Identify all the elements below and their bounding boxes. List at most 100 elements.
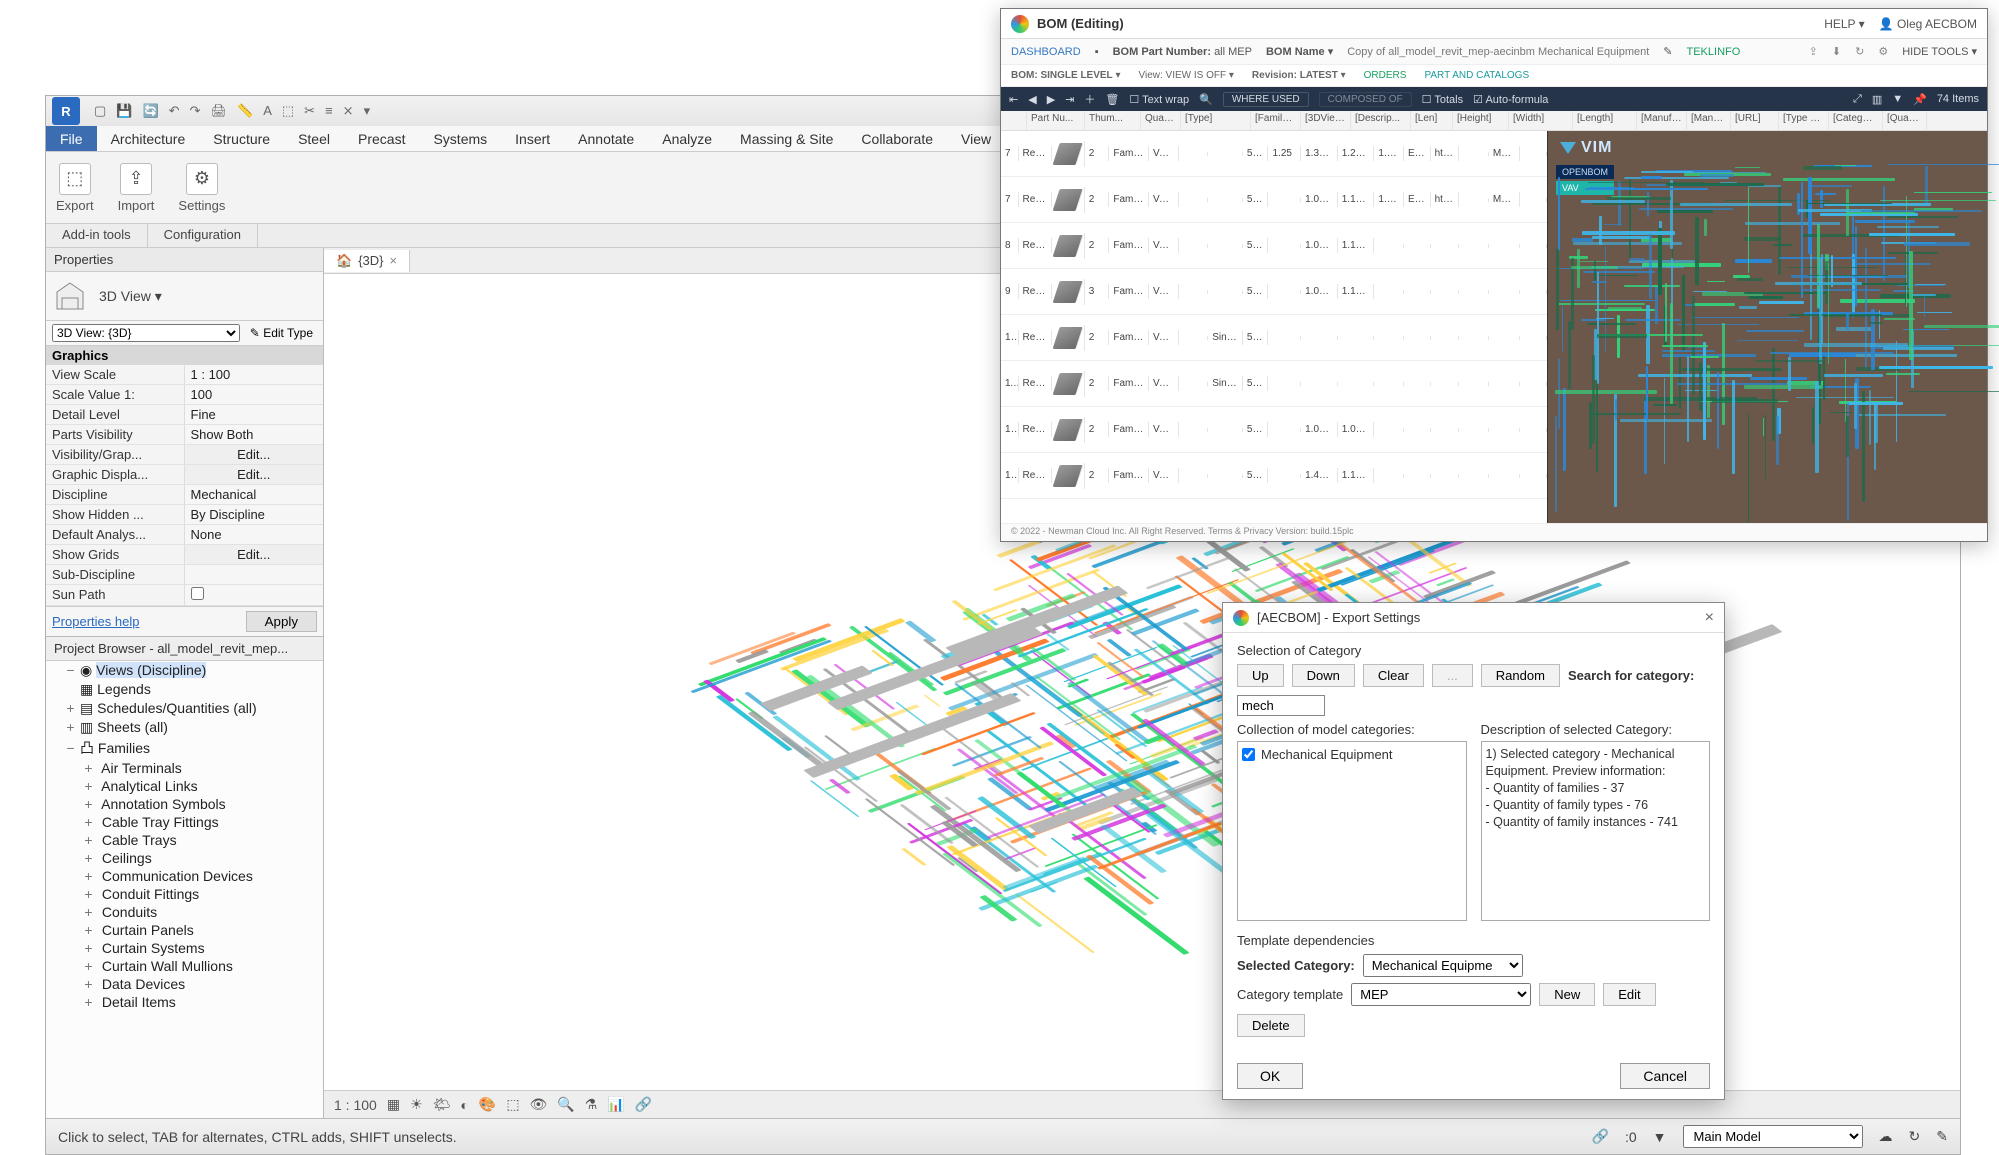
- up-button[interactable]: Up: [1237, 664, 1284, 687]
- where-used-button[interactable]: WHERE USED: [1223, 92, 1309, 107]
- column-header[interactable]: [Width]: [1509, 111, 1573, 130]
- qat-print-icon[interactable]: 🖨: [210, 103, 227, 119]
- column-header[interactable]: [Type N...: [1779, 111, 1829, 130]
- tree-leaf[interactable]: + Analytical Links: [82, 777, 323, 795]
- delete-button[interactable]: Delete: [1237, 1014, 1305, 1037]
- tree-leaf[interactable]: + Communication Devices: [82, 867, 323, 885]
- qat-undo-icon[interactable]: ↶: [169, 103, 180, 119]
- random-button[interactable]: Random: [1481, 664, 1560, 687]
- vc-crop-icon[interactable]: ⬚: [506, 1096, 519, 1113]
- refresh-icon[interactable]: ↻: [1855, 45, 1864, 58]
- table-row[interactable]: 12Revit VAV_...2FamilySymbolVAV (A)5.5 (…: [1001, 407, 1547, 453]
- properties-help-link[interactable]: Properties help: [52, 614, 246, 629]
- parts-link[interactable]: PART AND CATALOGS: [1424, 70, 1529, 81]
- bomname-value[interactable]: Copy of all_model_revit_mep-aecinbm Mech…: [1347, 46, 1649, 58]
- column-header[interactable]: [Height]: [1453, 111, 1509, 130]
- edit-icon[interactable]: ✎: [1663, 45, 1672, 58]
- vc-reveal-icon[interactable]: 🔍: [557, 1096, 574, 1113]
- tree-leaf[interactable]: + Cable Trays: [82, 831, 323, 849]
- column-header[interactable]: [Length]: [1573, 111, 1637, 130]
- tree-leaf[interactable]: + Annotation Symbols: [82, 795, 323, 813]
- close-tab-icon[interactable]: ×: [390, 253, 398, 268]
- nav-next-icon[interactable]: ▶: [1047, 93, 1055, 106]
- export-icon[interactable]: ⬇: [1832, 45, 1841, 58]
- user-menu[interactable]: 👤 Oleg AECBOM: [1879, 17, 1977, 31]
- column-header[interactable]: [1001, 111, 1027, 130]
- ribbon-tab-steel[interactable]: Steel: [284, 126, 344, 151]
- vc-analytical-icon[interactable]: 📊: [607, 1096, 624, 1113]
- settings-button[interactable]: ⚙Settings: [178, 163, 225, 213]
- table-row[interactable]: 13Revit VAV_...2FamilySymbolVAV (A)5.5 (…: [1001, 453, 1547, 499]
- tree-node[interactable]: ▦ Legends: [64, 680, 323, 699]
- column-header[interactable]: [Category]: [1829, 111, 1883, 130]
- table-row[interactable]: 11Revit VAV_...2FamilySymbolVAV (C)Singl…: [1001, 361, 1547, 407]
- orders-link[interactable]: ORDERS: [1364, 70, 1407, 81]
- composed-of-button[interactable]: COMPOSED OF: [1319, 92, 1412, 107]
- hide-tools[interactable]: HIDE TOOLS ▾: [1902, 45, 1977, 58]
- tree-leaf[interactable]: + Ceilings: [82, 849, 323, 867]
- status-link-icon[interactable]: 🔗: [1592, 1128, 1609, 1145]
- apply-button[interactable]: Apply: [246, 611, 317, 632]
- qat-section-icon[interactable]: ✂: [304, 103, 315, 119]
- totals-toggle[interactable]: ☐ Totals: [1422, 93, 1463, 106]
- down-button[interactable]: Down: [1292, 664, 1355, 687]
- status-sync-icon[interactable]: ↻: [1909, 1128, 1921, 1145]
- tree-leaf[interactable]: + Detail Items: [82, 993, 323, 1011]
- column-header[interactable]: [Len]: [1411, 111, 1453, 130]
- qat-close-icon[interactable]: ⨯: [343, 103, 354, 119]
- ribbon-tab-insert[interactable]: Insert: [501, 126, 564, 151]
- help-link[interactable]: HELP ▾: [1824, 17, 1865, 31]
- edit-type-button[interactable]: ✎ Edit Type: [246, 325, 317, 341]
- dashboard-link[interactable]: DASHBOARD: [1011, 46, 1081, 58]
- category-template-select[interactable]: MEP: [1351, 983, 1531, 1006]
- qat-measure-icon[interactable]: 📏: [237, 103, 253, 119]
- column-header[interactable]: Quantity: [1141, 111, 1181, 130]
- tree-leaf[interactable]: + Air Terminals: [82, 759, 323, 777]
- vc-sun-icon[interactable]: 🌤: [433, 1096, 451, 1113]
- vc-hide-icon[interactable]: 👁: [530, 1096, 548, 1113]
- column-header[interactable]: [Family ...: [1251, 111, 1301, 130]
- expand-icon[interactable]: ⤢: [1853, 93, 1862, 106]
- settings-icon[interactable]: ⚙: [1878, 45, 1888, 58]
- import-button[interactable]: ⇪Import: [118, 163, 155, 213]
- column-header[interactable]: [Manufa...: [1687, 111, 1731, 130]
- search-category-input[interactable]: [1237, 695, 1325, 716]
- nav-prev-icon[interactable]: ◀: [1028, 93, 1036, 106]
- view-tab-3d[interactable]: 🏠 {3D} ×: [324, 250, 410, 272]
- categories-listbox[interactable]: Mechanical Equipment: [1237, 741, 1467, 921]
- table-row[interactable]: 7Revit VAV_...2FamilySymbolVAV (B)5.5 (B…: [1001, 131, 1547, 177]
- new-button[interactable]: New: [1539, 983, 1595, 1006]
- ribbon-tab-collaborate[interactable]: Collaborate: [847, 126, 947, 151]
- vc-style-icon[interactable]: ☀: [410, 1096, 423, 1113]
- column-header[interactable]: [Quantit...: [1883, 111, 1927, 130]
- vc-shadow-icon[interactable]: ◐: [460, 1097, 468, 1113]
- category-item-mechanical[interactable]: Mechanical Equipment: [1242, 746, 1462, 763]
- view-mode[interactable]: View: VIEW IS OFF ▾: [1138, 70, 1233, 81]
- vc-constraints-icon[interactable]: 🔗: [635, 1096, 652, 1113]
- type-selector[interactable]: 3D View: {3D}: [52, 324, 240, 342]
- column-header[interactable]: Part Nu...: [1027, 111, 1085, 130]
- ribbon-tab-precast[interactable]: Precast: [344, 126, 419, 151]
- column-header[interactable]: Thum...: [1085, 111, 1141, 130]
- dialog-close-icon[interactable]: ×: [1705, 609, 1714, 627]
- openbom-table[interactable]: 7Revit VAV_...2FamilySymbolVAV (B)5.5 (B…: [1001, 131, 1547, 523]
- pin-icon[interactable]: 📌: [1913, 93, 1927, 106]
- ribbon-tab-structure[interactable]: Structure: [199, 126, 284, 151]
- column-header[interactable]: [Descrip...: [1351, 111, 1411, 130]
- ribbon-tab-annotate[interactable]: Annotate: [564, 126, 648, 151]
- category-checkbox[interactable]: [1242, 748, 1255, 761]
- table-row[interactable]: 8Revit VAV_...2FamilySymbolVAV (B)5.5 (B…: [1001, 223, 1547, 269]
- qat-thin-icon[interactable]: ≡: [325, 103, 333, 119]
- ribbon-tab-architecture[interactable]: Architecture: [97, 126, 200, 151]
- status-filter-icon[interactable]: ▼: [1653, 1129, 1667, 1145]
- view-type-select[interactable]: 3D View ▾: [96, 285, 315, 308]
- column-header[interactable]: [Type]: [1181, 111, 1251, 130]
- tree-leaf[interactable]: + Cable Tray Fittings: [82, 813, 323, 831]
- nav-last-icon[interactable]: ⇥: [1065, 93, 1074, 106]
- delete-icon[interactable]: 🗑: [1105, 93, 1119, 106]
- ribbon-tab-file[interactable]: File: [46, 126, 97, 151]
- cancel-button[interactable]: Cancel: [1620, 1063, 1710, 1089]
- export-button[interactable]: ⬚Export: [56, 163, 94, 213]
- vc-render-icon[interactable]: 🎨: [479, 1096, 496, 1113]
- ribbon-tab-analyze[interactable]: Analyze: [648, 126, 726, 151]
